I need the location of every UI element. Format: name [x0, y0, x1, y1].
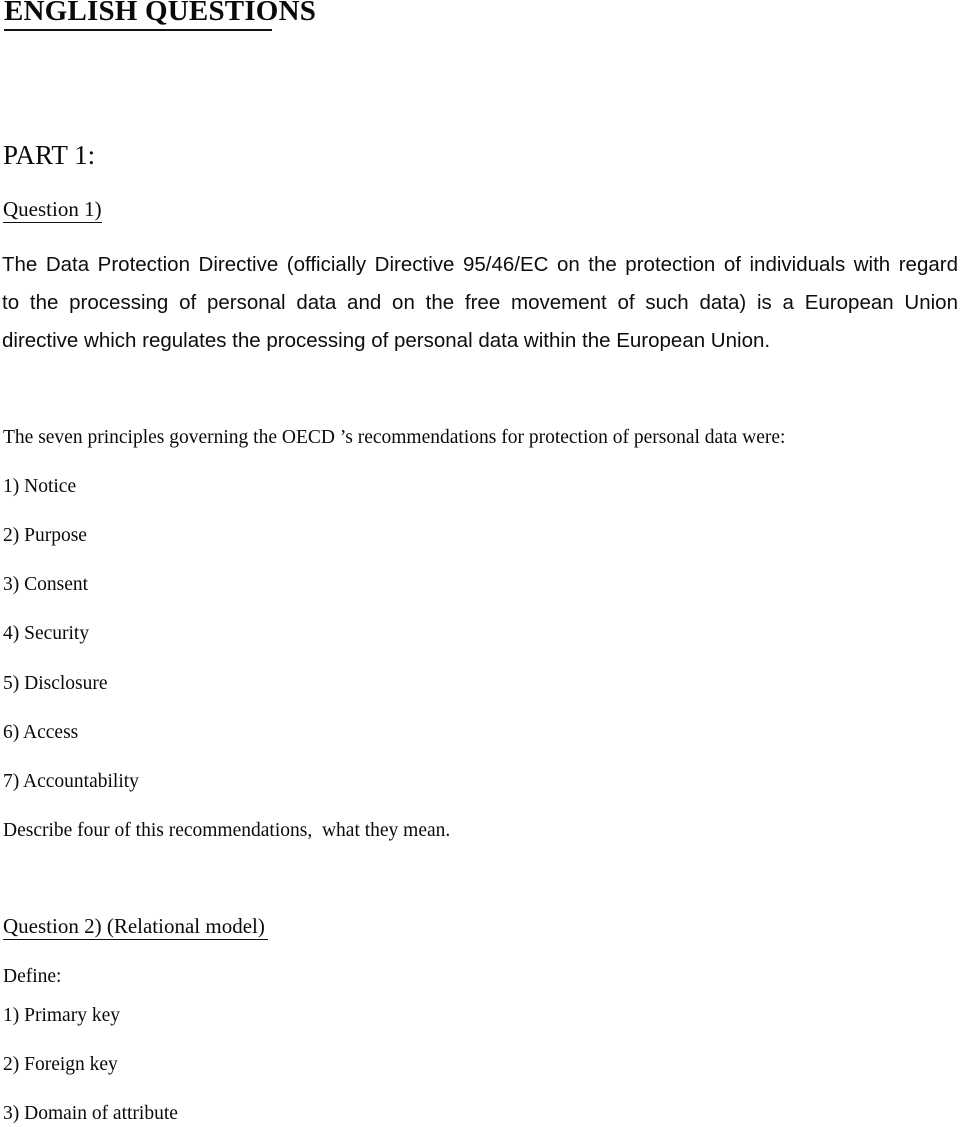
- directive-paragraph-line: directive which regulates the processing…: [2, 329, 771, 352]
- directive-paragraph: The Data Protection Directive (officiall…: [2, 246, 958, 360]
- list-item: 2) Purpose: [3, 525, 87, 546]
- part-heading: PART 1:: [3, 140, 96, 170]
- list-item: 3) Consent: [3, 574, 89, 595]
- list-item: 1) Notice: [3, 476, 77, 497]
- list-item: 6) Access: [3, 722, 79, 743]
- question-2-heading: Question 2) (Relational model): [3, 913, 268, 940]
- list-item: 4) Security: [3, 623, 90, 644]
- page-title-underline: [4, 29, 272, 31]
- page-title-text: ENGLISH QUESTIONS: [4, 0, 317, 27]
- question-1-heading: Question 1): [3, 196, 102, 223]
- question-2-heading-underline: [3, 939, 268, 940]
- list-item: 5) Disclosure: [3, 673, 108, 694]
- page-title: ENGLISH QUESTIONS: [4, 0, 316, 31]
- document-page: ENGLISH QUESTIONS PART 1: Question 1) Th…: [0, 0, 960, 1124]
- question-1-heading-text: Question 1): [3, 197, 102, 221]
- oecd-principles-intro: The seven principles governing the OECD …: [3, 427, 786, 448]
- list-item: 2) Foreign key: [3, 1054, 118, 1075]
- describe-instruction: Describe four of this recommendations, w…: [3, 820, 451, 841]
- directive-paragraph-line: to the processing of personal data and o…: [2, 291, 958, 314]
- question-2-heading-text: Question 2) (Relational model): [3, 914, 265, 938]
- directive-paragraph-line: The Data Protection Directive (officiall…: [2, 253, 958, 276]
- question-1-heading-underline: [3, 222, 102, 223]
- list-item: 3) Domain of attribute: [3, 1103, 178, 1124]
- list-item: 1) Primary key: [3, 1005, 120, 1026]
- list-item: 7) Accountability: [3, 771, 139, 792]
- define-label: Define:: [3, 966, 62, 987]
